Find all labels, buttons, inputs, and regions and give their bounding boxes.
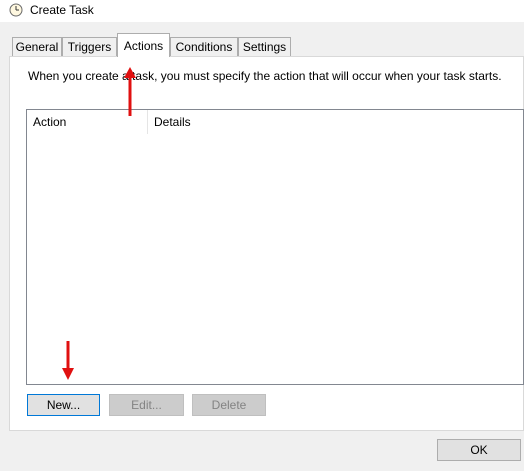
title-bar: Create Task [0, 0, 524, 22]
tab-settings[interactable]: Settings [238, 37, 291, 56]
actions-list[interactable]: Action Details [26, 109, 524, 385]
column-header-details[interactable]: Details [148, 110, 523, 134]
ok-button[interactable]: OK [437, 439, 521, 461]
window-title: Create Task [30, 3, 94, 17]
edit-button[interactable]: Edit... [109, 394, 184, 416]
annotation-arrow-down [62, 341, 74, 380]
actions-description: When you create a task, you must specify… [28, 69, 502, 83]
tab-triggers[interactable]: Triggers [62, 37, 117, 56]
clock-icon [9, 3, 23, 17]
annotation-arrow-up [124, 67, 136, 116]
new-button[interactable]: New... [27, 394, 100, 416]
delete-button[interactable]: Delete [192, 394, 266, 416]
tab-actions[interactable]: Actions [117, 33, 170, 57]
tab-conditions[interactable]: Conditions [170, 37, 238, 56]
tab-general[interactable]: General [12, 37, 62, 56]
